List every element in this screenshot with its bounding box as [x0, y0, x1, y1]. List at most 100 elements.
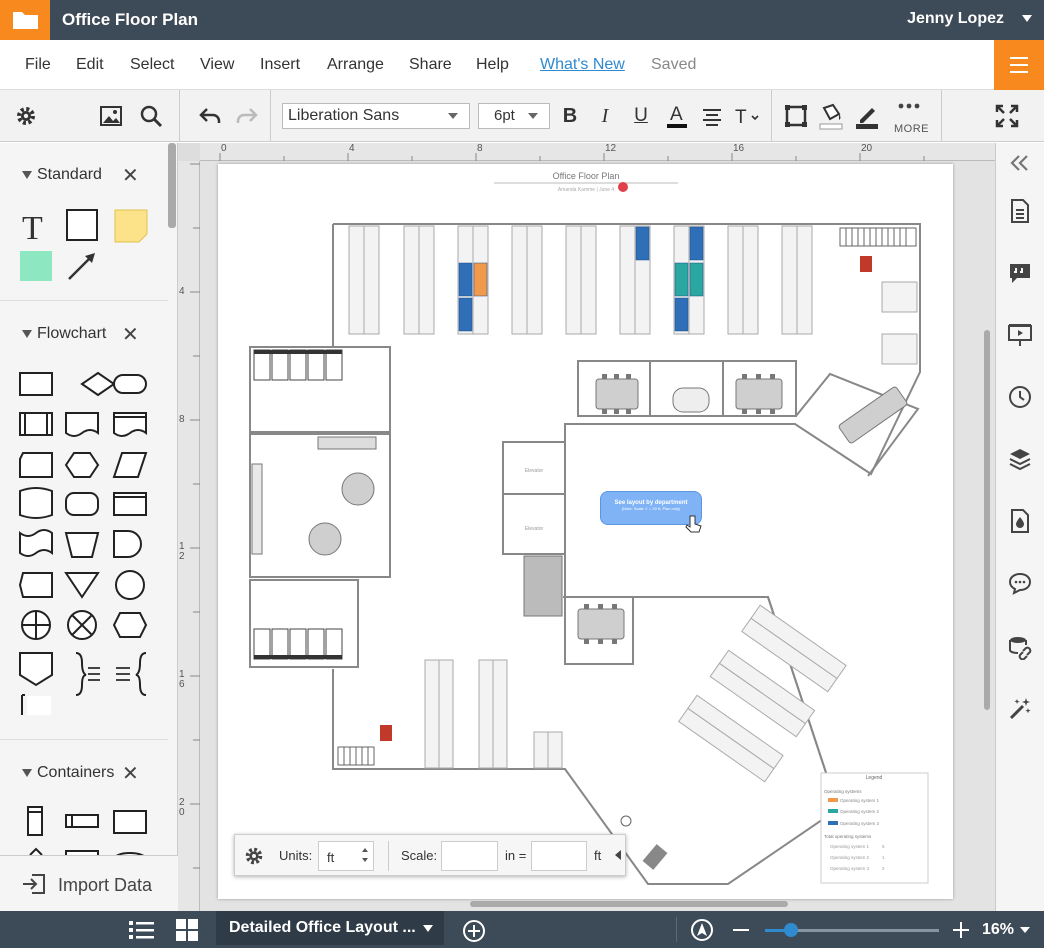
zoom-in-icon[interactable]	[952, 921, 970, 939]
chevron-down-icon[interactable]	[423, 925, 433, 932]
zoom-slider-handle[interactable]	[784, 923, 798, 937]
menu-share[interactable]: Share	[409, 56, 452, 74]
collapse-triangle-icon[interactable]	[22, 330, 32, 338]
elevator-label: Elevator	[525, 526, 544, 532]
undo-icon[interactable]	[197, 100, 225, 132]
ruler-label: 4	[179, 286, 185, 297]
menu-select[interactable]: Select	[130, 56, 174, 74]
user-menu[interactable]: Jenny Lopez	[907, 10, 1004, 28]
container-shapes-grid[interactable]	[16, 803, 156, 863]
section-flowchart-title[interactable]: Flowchart	[37, 325, 106, 343]
fill-color-icon[interactable]	[818, 100, 844, 132]
more-label[interactable]: MORE	[894, 123, 929, 135]
fullscreen-icon[interactable]	[993, 100, 1021, 132]
redo-icon[interactable]	[232, 100, 260, 132]
chat-icon[interactable]	[1007, 570, 1033, 596]
chevron-down-icon[interactable]	[1020, 927, 1030, 933]
legend-item: Operating system 3	[830, 866, 870, 871]
list-view-icon[interactable]	[129, 920, 155, 940]
horizontal-scrollbar[interactable]	[470, 901, 788, 907]
ruler-label: 4	[349, 143, 355, 154]
elevator-label: Elevator	[525, 468, 544, 474]
chevron-down-icon[interactable]	[1022, 15, 1032, 22]
floor-plan-page[interactable]: Office Floor Plan Amanda Kamme | June 4	[218, 164, 953, 899]
close-icon[interactable]: ✕	[122, 163, 139, 188]
grid-view-icon[interactable]	[176, 919, 198, 941]
close-icon[interactable]: ✕	[122, 322, 139, 347]
collapse-triangle-icon[interactable]	[22, 769, 32, 777]
exit-sign-icon	[380, 725, 392, 741]
navigation-compass-icon[interactable]	[690, 918, 714, 942]
zoom-out-icon[interactable]	[733, 929, 749, 931]
menu-help[interactable]: Help	[476, 56, 509, 74]
data-link-icon[interactable]	[1007, 634, 1033, 660]
scale-feet-input[interactable]	[531, 841, 587, 871]
text-color-icon[interactable]: A	[664, 100, 690, 132]
svg-text:A: A	[670, 104, 683, 125]
gear-icon[interactable]	[12, 100, 40, 132]
image-icon[interactable]	[97, 100, 125, 132]
bold-icon[interactable]: B	[557, 100, 583, 132]
layers-icon[interactable]	[1007, 446, 1033, 472]
collapse-triangle-icon[interactable]	[22, 171, 32, 179]
section-containers-title[interactable]: Containers	[37, 764, 114, 782]
flowchart-shapes-grid[interactable]	[16, 365, 156, 715]
whats-new-link[interactable]: What's New	[540, 56, 625, 74]
stepper-icon[interactable]	[361, 847, 369, 863]
menu-view[interactable]: View	[200, 56, 234, 74]
import-icon	[23, 874, 45, 894]
scale-inches-input[interactable]	[441, 841, 498, 871]
floor-plan-drawing[interactable]: Office Floor Plan Amanda Kamme | June 4	[218, 164, 953, 899]
font-family-select[interactable]: Liberation Sans	[282, 103, 470, 129]
italic-icon[interactable]: I	[592, 100, 618, 132]
theme-fill-icon[interactable]	[1007, 508, 1033, 534]
search-icon[interactable]	[137, 100, 165, 132]
section-standard-title[interactable]: Standard	[37, 166, 102, 184]
marker-dot[interactable]	[618, 182, 628, 192]
page-tab[interactable]: Detailed Office Layout ...	[216, 911, 444, 945]
zoom-level[interactable]: 16%	[982, 921, 1014, 939]
font-size-select[interactable]: 6pt	[478, 103, 550, 129]
document-title[interactable]: Office Floor Plan	[62, 10, 198, 30]
folder-icon[interactable]	[0, 0, 50, 40]
shape-border-icon[interactable]	[783, 100, 809, 132]
vertical-scrollbar[interactable]	[984, 330, 990, 710]
text-shape[interactable]: T	[20, 209, 52, 247]
arrow-line-shape[interactable]	[66, 250, 98, 287]
import-data-button[interactable]: Import Data	[0, 855, 178, 911]
line-color-icon[interactable]	[854, 100, 880, 132]
save-status: Saved	[651, 56, 697, 73]
align-center-icon[interactable]	[699, 100, 725, 132]
page-tab-label: Detailed Office Layout ...	[229, 919, 416, 936]
page-settings-icon[interactable]	[1007, 198, 1033, 224]
magic-wand-icon[interactable]	[1007, 696, 1033, 722]
sticky-note-shape[interactable]	[114, 209, 148, 248]
menu-arrange[interactable]: Arrange	[327, 56, 384, 74]
menu-insert[interactable]: Insert	[260, 56, 300, 74]
legend-group-title: Operating systems	[824, 789, 862, 794]
colored-block-shape[interactable]	[20, 251, 52, 281]
comments-quote-icon[interactable]	[1007, 260, 1033, 286]
collapse-panel-icon[interactable]	[1007, 150, 1033, 176]
menu-edit[interactable]: Edit	[76, 56, 104, 74]
menu-file[interactable]: File	[25, 56, 51, 74]
history-clock-icon[interactable]	[1007, 384, 1033, 410]
add-page-icon[interactable]	[462, 919, 486, 943]
gear-icon[interactable]	[243, 845, 265, 867]
hamburger-menu-button[interactable]	[994, 40, 1044, 90]
close-icon[interactable]: ✕	[122, 761, 139, 786]
rectangle-shape[interactable]	[66, 209, 98, 241]
presentation-icon[interactable]	[1007, 322, 1033, 348]
underline-icon[interactable]: U	[628, 100, 654, 132]
ft-label: ft	[594, 848, 602, 863]
panel-scrollbar[interactable]	[168, 143, 176, 228]
more-options-icon[interactable]	[896, 96, 922, 116]
text-options-icon[interactable]: T	[734, 100, 760, 132]
legend-group-title: Total operating systems	[824, 834, 872, 839]
callout-subtitle: (Note: Scale 1' = 20 ft, Plan only)	[621, 506, 681, 511]
vertical-ruler: 4 8 12 16 20	[178, 161, 200, 911]
legend: Legend Operating systems Operating syste…	[820, 772, 929, 884]
legend-title: Legend	[866, 775, 883, 781]
horizontal-ruler: 0 4 8 12 16 20	[200, 143, 995, 161]
collapse-left-icon[interactable]	[615, 850, 621, 860]
